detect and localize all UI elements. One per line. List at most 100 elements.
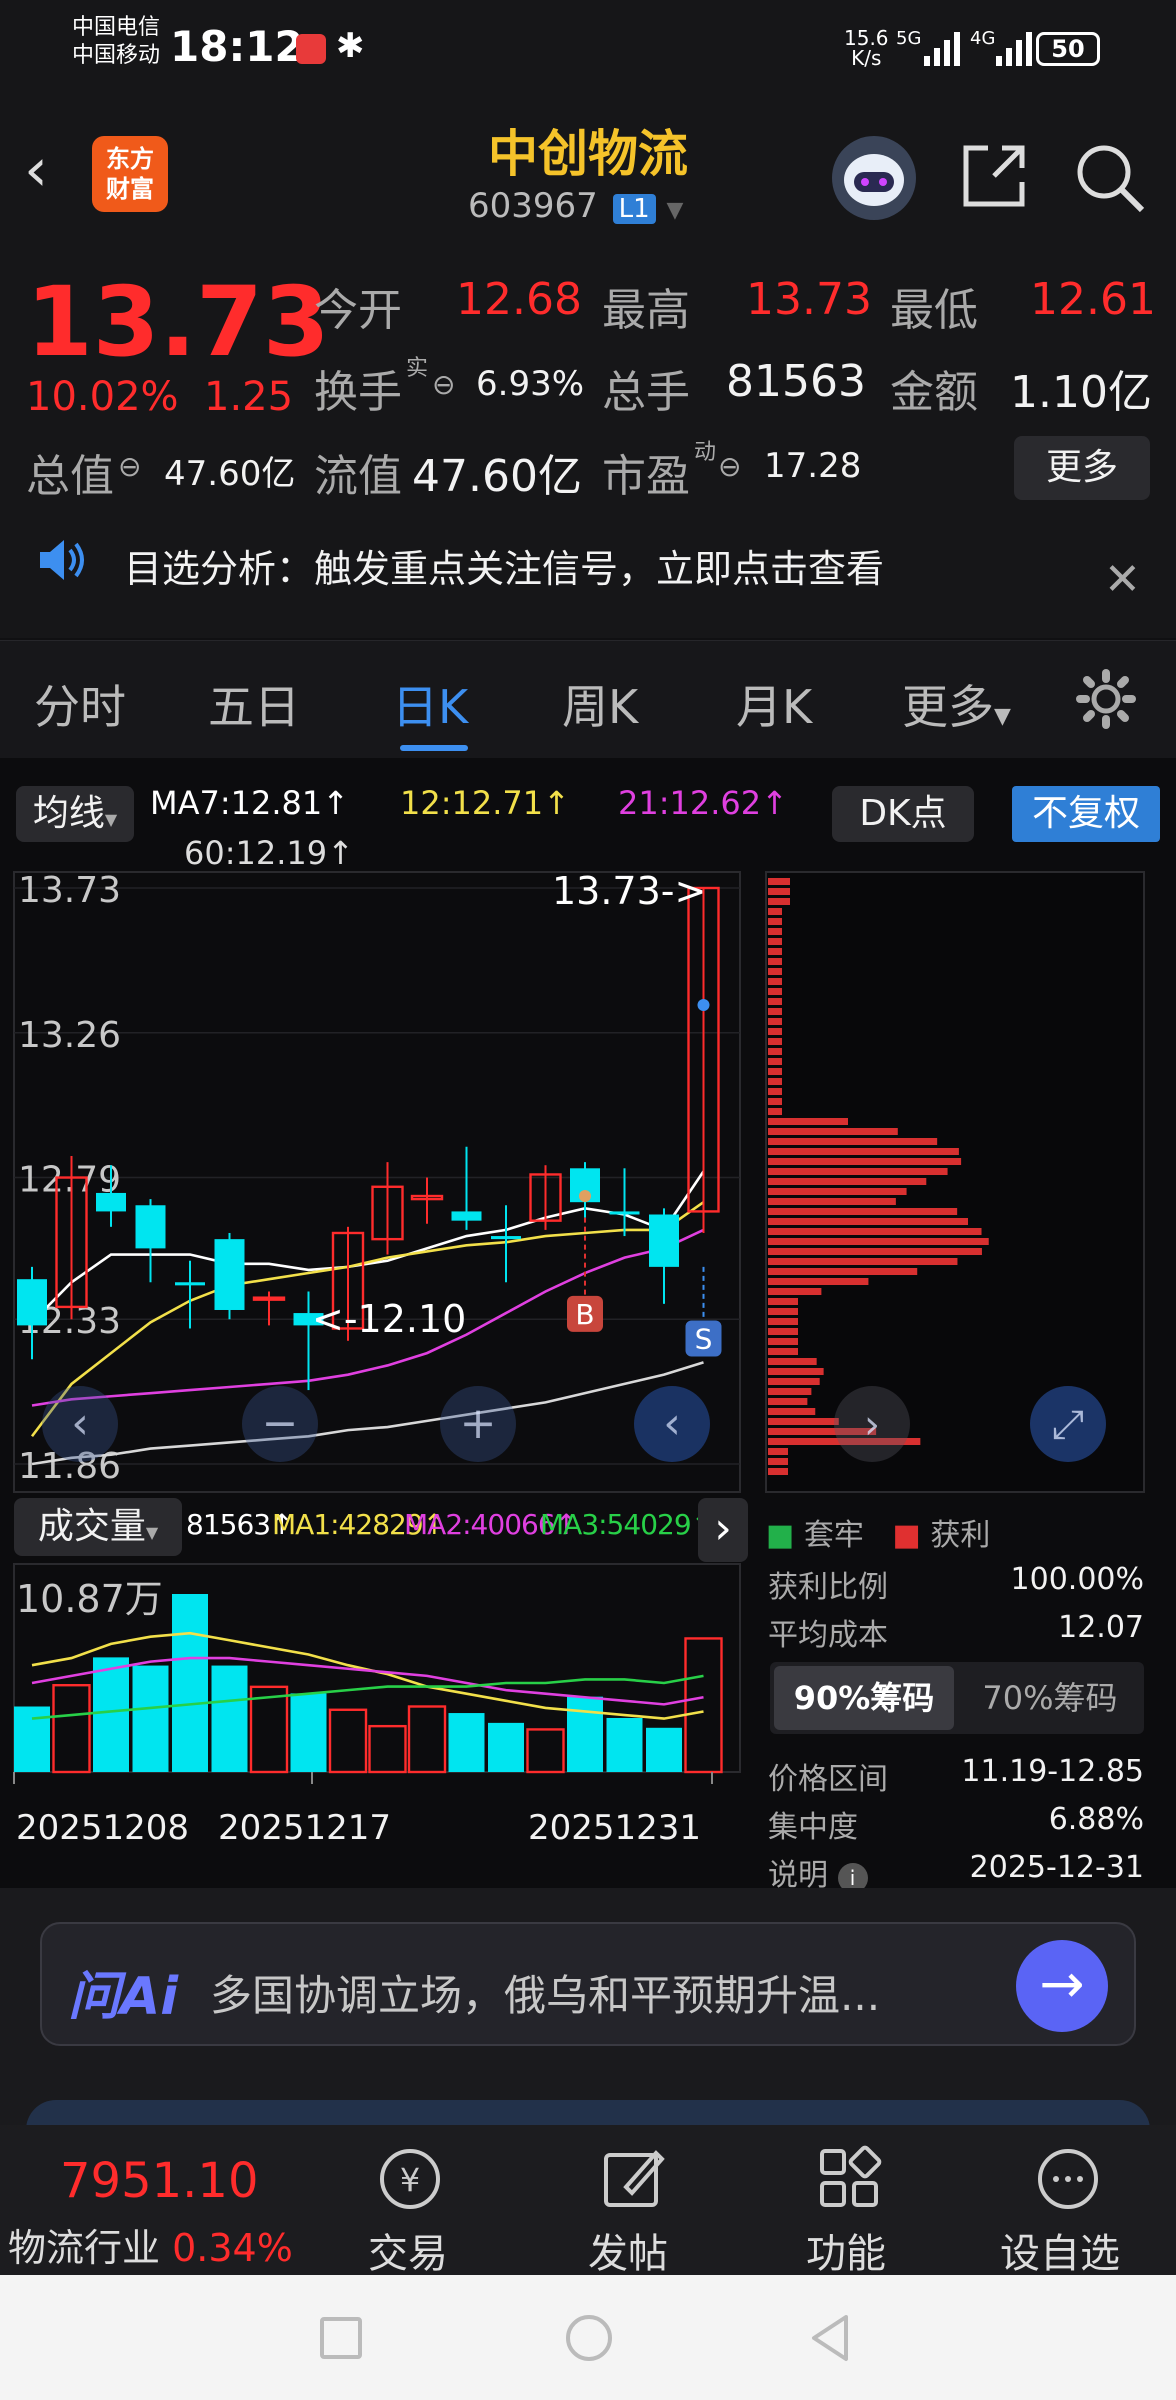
tab-intraday[interactable]: 分时 [34,671,126,737]
plot-frame [13,871,741,1493]
add-watchlist-icon[interactable] [1034,2145,1102,2213]
info-icon[interactable]: ⊖ [432,368,455,401]
notice-bar[interactable]: 目选分析：触发重点关注信号，立即点击查看 ✕ [0,518,1176,638]
chip-bar [768,1408,816,1415]
pe-value: 17.28 [764,446,862,486]
tab-daily-k[interactable]: 日K [392,671,468,737]
post-edit-icon[interactable] [600,2145,668,2213]
period-tabs: 分时 五日 日K 周K 月K 更多▼ [0,640,1176,758]
watchlist-label[interactable]: 设自选 [1000,2221,1120,2279]
chip-bar [768,1118,848,1125]
volume-bar [567,1696,603,1772]
assistant-robot-icon[interactable] [832,136,916,220]
expand-indicator-icon[interactable]: › [698,1498,748,1562]
chip-bar [768,1388,812,1395]
adjust-button[interactable]: 不复权 [1012,786,1160,842]
tab-90-chips[interactable]: 90%筹码 [774,1666,954,1730]
bluetooth-icon: ✱ [336,26,365,66]
indicator-selector[interactable]: 成交量▼ [14,1498,182,1556]
chip-bar [768,908,782,915]
chip-bar [768,1208,958,1215]
trade-label[interactable]: 交易 [368,2221,448,2279]
chart-prev-icon-group: ‹ [42,1386,118,1462]
chip-bar [768,1178,927,1185]
industry-row[interactable]: 物流行业 0.34% [8,2217,293,2272]
chip-bar [768,1298,798,1305]
info-icon-3[interactable]: ⊖ [718,450,741,483]
tab-more[interactable]: 更多▼ [902,671,1011,737]
industry-index-value[interactable]: 7951.10 [60,2153,259,2209]
network-4g: 4G [970,28,996,49]
chip-bar [768,1378,820,1385]
turnover-label: 换手 [314,367,402,418]
volume-bar [290,1693,327,1772]
status-bar: 中国电信 中国移动 18:12 ✱ 15.6 K/s 5G 4G 50 [0,0,1176,100]
carrier-names: 中国电信 中国移动 [72,14,160,70]
float-value: 47.60亿 [412,451,582,502]
volume-ma3: MA3:54029↑ [540,1508,714,1541]
stock-code-row[interactable]: 603967 L1 ▼ [468,186,708,226]
tab-monthly-k[interactable]: 月K [736,671,812,737]
dk-point-button[interactable]: DK点 [832,786,974,842]
y-tick-label: 13.26 [18,1015,121,1056]
recent-apps-icon[interactable] [320,2317,362,2359]
home-icon[interactable] [566,2315,612,2361]
chip-bar [768,898,790,905]
chip-bar [768,1328,798,1335]
chip-bar [768,1058,782,1065]
carrier-1: 中国电信 [72,15,161,40]
chip-bar [768,1198,896,1205]
share-icon[interactable] [958,140,1030,212]
chip-bar [768,888,790,895]
system-navigation [0,2275,1176,2400]
functions-label[interactable]: 功能 [806,2221,886,2279]
chart-scroll-left-icon-glyph: ‹ [663,1398,681,1449]
chip-bar [768,1138,938,1145]
tab-more-label: 更多 [902,680,994,734]
caret-down-icon: ▼ [666,198,684,223]
search-icon[interactable] [1070,138,1150,218]
tab-70-chips[interactable]: 70%筹码 [960,1666,1140,1730]
info-icon-2[interactable]: ⊖ [118,450,141,483]
low-annotation: <-12.10 [312,1297,466,1341]
candlestick-chart[interactable]: 13.7313.2612.7912.3311.8613.73-><-12.10 B… [0,864,756,1506]
float-label: 流值 [314,451,402,502]
avg-cost-label: 平均成本 [768,1618,888,1653]
ma21-value: 21:12.62↑ [618,784,788,822]
volume-bar [448,1713,485,1772]
note-date: 2025-12-31 [969,1850,1144,1885]
functions-grid-icon[interactable] [816,2145,884,2213]
post-label[interactable]: 发帖 [588,2221,668,2279]
caret-down-icon: ▼ [104,810,118,829]
back-nav-icon[interactable] [806,2313,856,2363]
app-logo[interactable]: 东方 财富 [92,136,168,212]
ma12-value: 12:12.71↑ [400,784,570,822]
arrow-right-icon[interactable]: → [1016,1940,1108,2032]
change-percent: 10.02% [26,374,179,420]
chip-bar [768,978,782,985]
change-amount: 1.25 [204,374,294,420]
chip-bar [768,1078,782,1085]
chart-zoom-in-icon-group: + [440,1386,516,1462]
tab-five-day[interactable]: 五日 [208,671,300,737]
legend-profit: 获利 [930,1518,991,1553]
volume-bar [646,1727,682,1772]
ma-line-ma60 [31,1361,704,1466]
ma-selector[interactable]: 均线▼ [16,786,134,842]
signal-icon-2 [994,30,1034,66]
chip-bar [768,1348,798,1355]
network-5g: 5G [896,28,922,49]
dk-label: DK点 [859,793,947,834]
back-icon[interactable]: ‹ [24,140,48,200]
trade-icon[interactable]: ¥ [376,2145,444,2213]
settings-gear-icon[interactable] [1076,669,1136,729]
ai-input-bar[interactable]: 问Ai 多国协调立场，俄乌和平预期升温... → [40,1922,1136,2046]
more-button[interactable]: 更多 [1014,436,1150,500]
close-icon[interactable]: ✕ [1104,554,1141,605]
industry-change: 0.34% [172,2226,293,2270]
ai-section: 问Ai 多国协调立场，俄乌和平预期升温... → [0,1888,1176,2140]
industry-name: 物流行业 [8,2226,161,2270]
high-value: 13.73 [746,274,872,325]
chip-bar [768,1068,782,1075]
tab-weekly-k[interactable]: 周K [562,671,638,737]
